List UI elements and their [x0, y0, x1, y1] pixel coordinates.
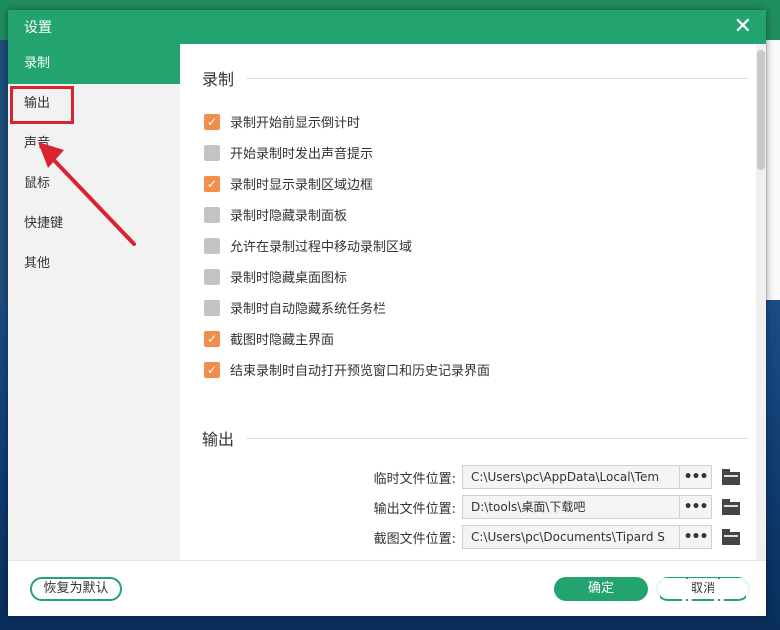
option-row[interactable]: ✓ 结束录制时自动打开预览窗口和历史记录界面 — [204, 360, 490, 379]
sidebar-item-mouse[interactable]: 鼠标 — [8, 164, 180, 204]
option-label: 截图时隐藏主界面 — [230, 333, 335, 348]
sidebar-item-record[interactable]: 录制 — [8, 44, 180, 84]
checkbox[interactable]: ✓ — [204, 175, 220, 192]
annotation-highlight-box — [10, 86, 74, 124]
option-label: 录制时隐藏录制面板 — [230, 209, 348, 224]
path-label: 临时文件位置: — [373, 471, 456, 487]
checkbox[interactable]: ✓ — [204, 361, 220, 378]
folder-icon[interactable] — [722, 529, 742, 545]
screenshot-path-field[interactable]: C:\Users\pc\Documents\Tipard S — [462, 525, 680, 549]
close-icon[interactable]: ✕ — [734, 16, 752, 38]
background-window-edge — [766, 40, 780, 300]
reset-defaults-button[interactable]: 恢复为默认 — [30, 577, 122, 601]
option-row[interactable]: 允许在录制过程中移动录制区域 — [204, 236, 412, 255]
output-path-row: 输出文件位置: D:\tools\桌面\下载吧 ••• — [358, 495, 742, 519]
checkbox[interactable]: ✓ — [204, 330, 220, 347]
option-label: 允许在录制过程中移动录制区域 — [230, 240, 413, 255]
option-label: 开始录制时发出声音提示 — [230, 147, 374, 162]
title-bar: 设置 ✕ — [8, 10, 766, 44]
output-path-field[interactable]: D:\tools\桌面\下载吧 — [462, 495, 680, 519]
temp-path-field[interactable]: C:\Users\pc\AppData\Local\Tem — [462, 465, 680, 489]
option-row[interactable]: ✓ 截图时隐藏主界面 — [204, 329, 334, 348]
screenshot-path-row: 截图文件位置: C:\Users\pc\Documents\Tipard S •… — [358, 525, 742, 549]
option-row[interactable]: ✓ 录制开始前显示倒计时 — [204, 112, 360, 131]
browse-button[interactable]: ••• — [680, 495, 712, 519]
option-label: 录制时显示录制区域边框 — [230, 178, 374, 193]
sidebar-item-other[interactable]: 其他 — [8, 244, 180, 284]
option-row[interactable]: 录制时隐藏录制面板 — [204, 205, 347, 224]
checkbox[interactable] — [204, 268, 220, 285]
record-section-header: 录制 — [202, 66, 748, 90]
temp-path-row: 临时文件位置: C:\Users\pc\AppData\Local\Tem ••… — [358, 465, 742, 489]
option-label: 录制开始前显示倒计时 — [230, 116, 361, 131]
folder-icon[interactable] — [722, 469, 742, 485]
option-row[interactable]: ✓ 录制时显示录制区域边框 — [204, 174, 373, 193]
output-section-header: 输出 — [202, 426, 748, 450]
section-title: 录制 — [202, 70, 235, 89]
divider — [246, 437, 748, 439]
folder-icon[interactable] — [722, 499, 742, 515]
scroll-thumb[interactable] — [757, 50, 765, 170]
path-label: 截图文件位置: — [373, 531, 456, 547]
option-row[interactable]: 录制时隐藏桌面图标 — [204, 267, 347, 286]
browse-button[interactable]: ••• — [680, 525, 712, 549]
option-label: 录制时自动隐藏系统任务栏 — [230, 302, 387, 317]
scrollbar[interactable] — [756, 44, 766, 560]
option-label: 录制时隐藏桌面图标 — [230, 271, 348, 286]
ok-button[interactable]: 确定 — [554, 577, 648, 601]
checkbox[interactable] — [204, 144, 220, 161]
settings-content: 录制 ✓ 录制开始前显示倒计时 开始录制时发出声音提示 ✓ 录制时显示录制区域边… — [180, 44, 766, 560]
path-label: 输出文件位置: — [373, 501, 456, 517]
sidebar-item-hotkeys[interactable]: 快捷键 — [8, 204, 180, 244]
option-row[interactable]: 录制时自动隐藏系统任务栏 — [204, 298, 386, 317]
watermark-logo — [656, 578, 750, 608]
sidebar-item-audio[interactable]: 声音 — [8, 124, 180, 164]
browse-button[interactable]: ••• — [680, 465, 712, 489]
option-label: 结束录制时自动打开预览窗口和历史记录界面 — [230, 364, 491, 379]
checkbox[interactable] — [204, 299, 220, 316]
checkbox[interactable] — [204, 237, 220, 254]
divider — [246, 77, 748, 79]
checkbox[interactable]: ✓ — [204, 113, 220, 130]
checkbox[interactable] — [204, 206, 220, 223]
section-title: 输出 — [202, 430, 235, 449]
option-row[interactable]: 开始录制时发出声音提示 — [204, 143, 373, 162]
settings-dialog: 设置 ✕ 录制 输出 声音 鼠标 快捷键 其他 录制 ✓ 录制开始前显示倒计时 … — [8, 10, 766, 616]
dialog-title: 设置 — [24, 20, 52, 36]
